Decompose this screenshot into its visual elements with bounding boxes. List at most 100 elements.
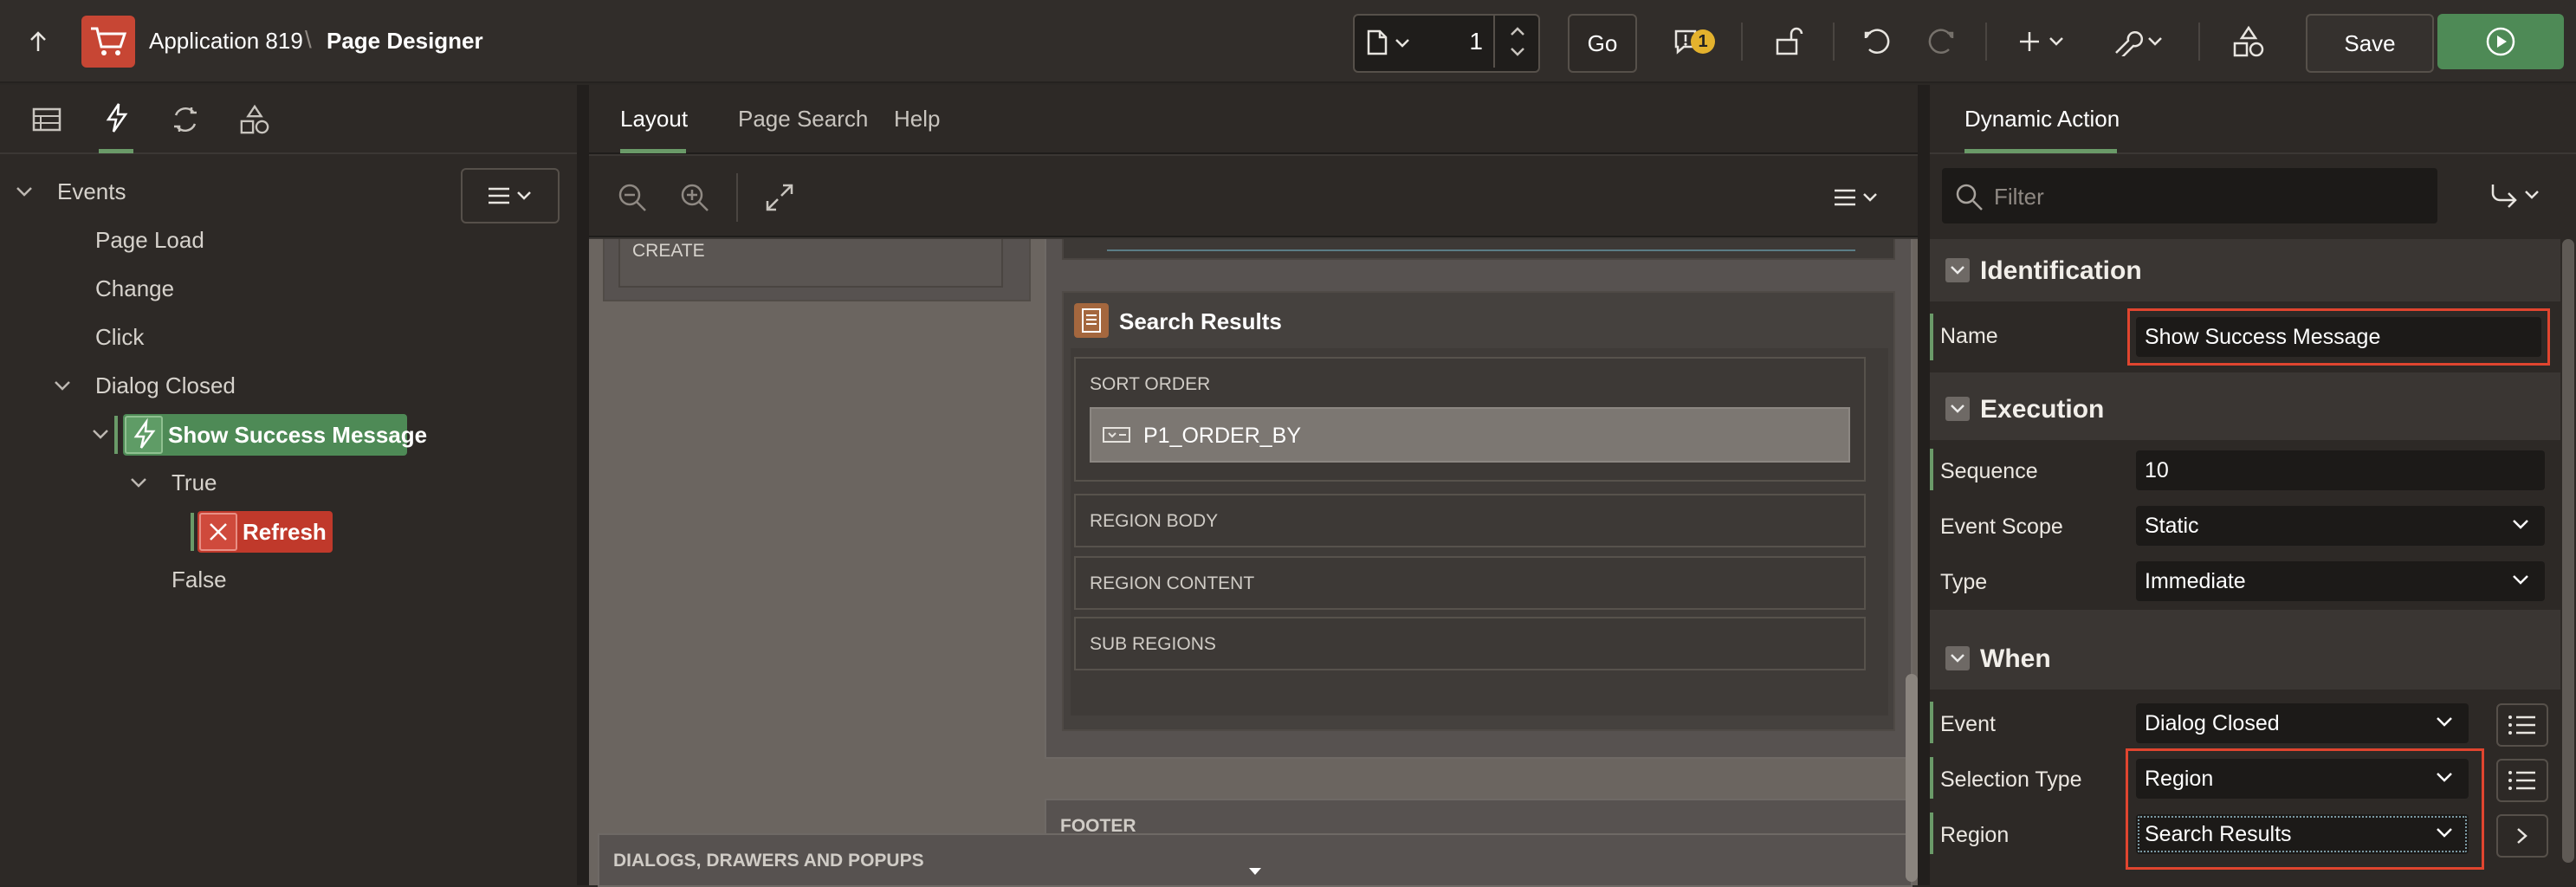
center-tabs: Layout Page Search Help (589, 85, 1918, 154)
tab-page-search[interactable]: Page Search (738, 106, 868, 133)
tree-page-load[interactable]: Page Load (95, 227, 204, 254)
sub-regions-label: SUB REGIONS (1090, 634, 1216, 654)
layout-menu-button[interactable] (1826, 182, 1887, 213)
chevron-down-icon[interactable] (16, 185, 33, 197)
region-body-slot[interactable]: REGION BODY (1074, 494, 1866, 547)
zoom-out-icon[interactable] (615, 180, 650, 215)
close-icon (199, 513, 237, 551)
vertical-scrollbar[interactable] (1906, 674, 1918, 882)
save-button[interactable]: Save (2306, 14, 2434, 73)
type-label: Type (1940, 570, 1988, 594)
sub-regions-slot[interactable]: SUB REGIONS (1074, 617, 1866, 670)
divider (1741, 23, 1743, 61)
filter-placeholder: Filter (1994, 184, 2044, 210)
page-stepper[interactable] (1493, 16, 1538, 68)
required-marker (1930, 702, 1933, 743)
menu-icon (1835, 189, 1877, 206)
chevron-down-icon[interactable] (54, 379, 71, 392)
undo-icon[interactable] (1861, 24, 1895, 59)
region-icon (1074, 303, 1109, 338)
event-scope-value: Static (2145, 513, 2199, 538)
search-icon (1954, 182, 1984, 211)
active-tab-indicator (1964, 149, 2117, 153)
lightning-icon[interactable] (99, 100, 133, 135)
selection-type-list-button[interactable] (2496, 759, 2548, 802)
event-select[interactable]: Dialog Closed (2136, 703, 2469, 743)
region-content-slot[interactable]: REGION CONTENT (1074, 556, 1866, 610)
active-tab-indicator (620, 149, 686, 153)
create-slot[interactable]: CREATE (618, 239, 1003, 288)
tab-help[interactable]: Help (894, 106, 940, 133)
up-arrow-icon[interactable] (23, 26, 54, 57)
section-when[interactable]: When (1980, 644, 2051, 674)
selection-type-select[interactable]: Region (2136, 759, 2469, 799)
tree-action-refresh[interactable]: Refresh (197, 511, 333, 553)
region-select[interactable]: Search Results (2136, 814, 2469, 854)
region-body-label: REGION BODY (1090, 511, 1219, 531)
chevron-down-icon[interactable] (130, 476, 147, 489)
page-number-input[interactable]: 1 (1469, 28, 1483, 55)
tree-connector (191, 513, 194, 551)
tree-change[interactable]: Change (95, 275, 174, 302)
run-button[interactable] (2437, 14, 2564, 69)
dialogs-slot[interactable]: DIALOGS, DRAWERS AND POPUPS (598, 833, 1913, 887)
chevron-down-icon[interactable] (1945, 258, 1970, 282)
type-value: Immediate (2145, 568, 2246, 593)
event-scope-select[interactable]: Static (2136, 506, 2545, 546)
zoom-in-icon[interactable] (677, 180, 712, 215)
item-p1-order-by[interactable]: P1_ORDER_BY (1090, 407, 1850, 463)
tree-events[interactable]: Events (57, 178, 126, 205)
tab-layout[interactable]: Layout (620, 106, 688, 133)
warning-button[interactable]: 1 (1651, 16, 1720, 68)
tree-menu-button[interactable] (461, 168, 560, 223)
page-selector[interactable]: 1 (1353, 14, 1540, 73)
dialogs-label: DIALOGS, DRAWERS AND POPUPS (613, 851, 924, 871)
go-button[interactable]: Go (1568, 14, 1637, 73)
filter-input[interactable]: Filter (1942, 168, 2437, 223)
when-rows: Event Dialog Closed Selection Type Regio… (1930, 690, 2560, 885)
section-identification[interactable]: Identification (1980, 256, 2142, 286)
tree-true[interactable]: True (172, 469, 217, 496)
chevron-down-icon[interactable] (92, 428, 109, 440)
shared-components-tab-icon[interactable] (237, 102, 272, 137)
shapes-icon[interactable] (2230, 23, 2268, 61)
chevron-down-icon[interactable] (1945, 646, 1970, 670)
bottom-splitter-handle[interactable] (1247, 866, 1263, 877)
utilities-menu-button[interactable] (2110, 24, 2171, 59)
event-label: Event (1940, 712, 1996, 736)
tree-dialog-closed[interactable]: Dialog Closed (95, 372, 236, 399)
expand-icon[interactable] (762, 180, 797, 215)
tree-false[interactable]: False (172, 567, 227, 593)
unlock-icon[interactable] (1772, 24, 1807, 59)
search-results-region[interactable]: Search Results SORT ORDER P1_ORDER_BY RE… (1062, 291, 1895, 731)
rendering-tab-icon[interactable] (29, 104, 64, 135)
add-menu-button[interactable] (2015, 24, 2075, 59)
tab-dynamic-action[interactable]: Dynamic Action (1964, 106, 2120, 133)
redo-icon[interactable] (1923, 24, 1958, 59)
go-to-region-button[interactable] (2496, 814, 2548, 858)
name-field[interactable]: Show Success Message (2136, 317, 2541, 357)
event-list-button[interactable] (2496, 703, 2548, 747)
tree-dynamic-action[interactable]: Show Success Message (123, 414, 427, 456)
go-to-group-button[interactable] (2482, 178, 2552, 213)
left-tabs (0, 85, 577, 154)
processing-tab-icon[interactable] (168, 102, 203, 137)
properties-list: Identification Name Show Success Message… (1930, 239, 2560, 885)
selection-type-label: Selection Type (1940, 767, 2082, 792)
left-column-region: CREATE (603, 239, 1031, 301)
type-select[interactable]: Immediate (2136, 561, 2545, 601)
chevron-down-icon[interactable] (1945, 397, 1970, 421)
vertical-scrollbar[interactable] (2562, 239, 2574, 863)
row-name: Name Show Success Message (1930, 301, 2560, 372)
required-marker (1930, 449, 1933, 490)
sort-order-slot[interactable]: SORT ORDER P1_ORDER_BY (1074, 357, 1866, 482)
chevron-down-icon (2436, 771, 2453, 783)
top-region[interactable] (1062, 239, 1895, 260)
sequence-field[interactable]: 10 (2136, 450, 2545, 490)
tree-click[interactable]: Click (95, 324, 144, 351)
cart-icon[interactable] (81, 16, 135, 68)
section-execution[interactable]: Execution (1980, 395, 2104, 424)
app-name[interactable]: Application 819 (149, 28, 303, 55)
tree-dynamic-action-label: Show Success Message (168, 422, 428, 448)
breadcrumb-separator: \ (305, 26, 312, 53)
